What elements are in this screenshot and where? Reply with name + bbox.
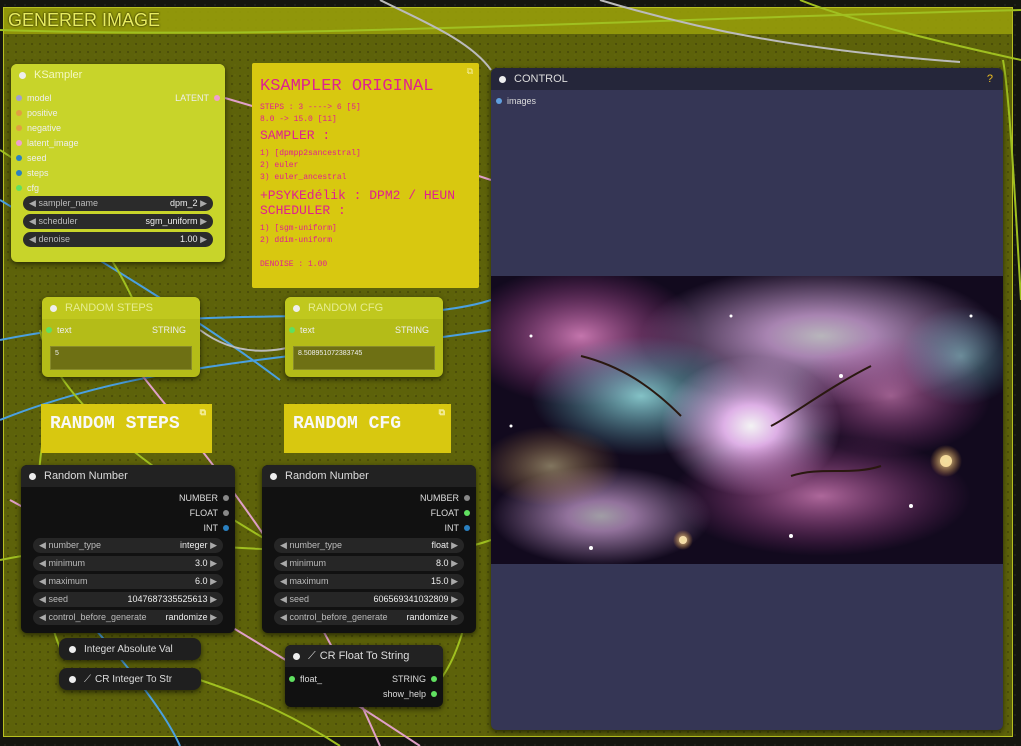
group-title[interactable]: GENERER IMAGE [4,8,1012,34]
output-int[interactable]: INT [204,523,229,533]
cr-float-to-string-header[interactable]: ⟋ CR Float To String [285,645,443,667]
widget-minimum[interactable]: ◀ minimum 3.0 ▶ [33,556,223,571]
note-scheduler-2: 2) ddim-uniform [260,236,333,245]
widget-seed[interactable]: ◀ seed 1047687335525613 ▶ [33,592,223,607]
widget-scheduler[interactable]: ◀ scheduler sgm_uniform ▶ [23,214,213,229]
output-show-help[interactable]: show_help [383,689,437,699]
note-scheduler-head: SCHEDULER : [260,203,346,218]
note-random-steps[interactable]: RANDOM STEPS ⧉ [41,404,212,453]
widget-control-before-generate[interactable]: ◀ control_before_generate randomize ▶ [274,610,464,625]
note-random-steps-text: RANDOM STEPS [50,414,180,434]
note-denoise: DENOISE : 1.00 [260,260,328,269]
steps-text-value[interactable]: 5 [50,346,192,370]
random-number-header[interactable]: Random Number [262,465,476,487]
output-string[interactable]: STRING [152,325,186,335]
output-number[interactable]: NUMBER [420,493,470,503]
integer-absolute-val-node[interactable]: Integer Absolute Val [59,638,201,660]
widget-number-type[interactable]: ◀ number_type float ▶ [274,538,464,553]
widget-maximum[interactable]: ◀ maximum 6.0 ▶ [33,574,223,589]
help-icon[interactable]: ? [987,73,993,85]
input-seed[interactable]: seed [16,153,47,163]
note-ksampler-original[interactable]: ⧉ KSAMPLER ORIGINAL STEPS : 3 ----> 6 [5… [252,63,479,288]
input-text[interactable]: text [289,325,315,335]
widget-minimum[interactable]: ◀ minimum 8.0 ▶ [274,556,464,571]
widget-maximum[interactable]: ◀ maximum 15.0 ▶ [274,574,464,589]
widget-control-before-generate[interactable]: ◀ control_before_generate randomize ▶ [33,610,223,625]
random-cfg-node[interactable]: RANDOM CFG text STRING 8.508951072383745 [285,297,443,377]
cr-float-to-string-title: CR Float To String [319,650,410,662]
widget-seed[interactable]: ◀ seed 606569341032809 ▶ [274,592,464,607]
random-number-title: Random Number [285,470,369,482]
note-sampler-head: SAMPLER : [260,128,331,143]
input-positive[interactable]: positive [16,108,58,118]
random-number-header[interactable]: Random Number [21,465,235,487]
output-float[interactable]: FLOAT [190,508,229,518]
note-random-cfg-text: RANDOM CFG [293,414,402,434]
ksampler-header[interactable]: KSampler [11,64,225,86]
note-edit-icon[interactable]: ⧉ [467,67,473,77]
input-cfg[interactable]: cfg [16,183,39,193]
control-preview-node[interactable]: CONTROL ? images [491,68,1003,730]
nebula-image [491,276,1003,564]
integer-absolute-val-title: Integer Absolute Val [84,643,173,655]
graph-canvas[interactable]: GENERER IMAGE KSampler model positive ne… [0,0,1021,746]
output-string[interactable]: STRING [392,674,437,684]
input-text[interactable]: text [46,325,72,335]
ksampler-title: KSampler [34,69,83,81]
note-edit-icon[interactable]: ⧉ [439,408,445,418]
control-header[interactable]: CONTROL ? [491,68,1003,90]
note-cfg: 8.0 -> 15.0 [11] [260,115,337,124]
note-title: KSAMPLER ORIGINAL [260,77,434,96]
collapse-dot-icon[interactable] [19,71,26,79]
cr-integer-to-str-node[interactable]: ⟋ CR Integer To Str [59,668,201,690]
input-images[interactable]: images [496,96,536,106]
random-number-title: Random Number [44,470,128,482]
random-steps-header[interactable]: RANDOM STEPS [42,297,200,319]
random-cfg-header[interactable]: RANDOM CFG [285,297,443,319]
note-steps: STEPS : 3 ----> 6 [5] [260,103,361,112]
note-scheduler-1: 1) [sgm-uniform] [260,224,337,233]
random-number-node-2[interactable]: Random Number NUMBER FLOAT INT ◀ number_… [262,465,476,633]
input-model[interactable]: model [16,93,52,103]
input-latent-image[interactable]: latent_image [16,138,79,148]
control-title: CONTROL [514,73,568,85]
note-edit-icon[interactable]: ⧉ [200,408,206,418]
input-steps[interactable]: steps [16,168,49,178]
widget-number-type[interactable]: ◀ number_type integer ▶ [33,538,223,553]
note-sampler-3: 3) euler_ancestral [260,173,347,182]
note-sampler-2: 2) euler [260,161,299,170]
random-number-node-1[interactable]: Random Number NUMBER FLOAT INT ◀ number_… [21,465,235,633]
output-float[interactable]: FLOAT [431,508,470,518]
random-steps-node[interactable]: RANDOM STEPS text STRING 5 [42,297,200,377]
cr-integer-to-str-title: CR Integer To Str [95,673,173,685]
generated-image-preview[interactable] [491,276,1003,564]
ksampler-node[interactable]: KSampler model positive negative latent_… [11,64,225,262]
cfg-text-value[interactable]: 8.508951072383745 [293,346,435,370]
output-string[interactable]: STRING [395,325,429,335]
input-negative[interactable]: negative [16,123,61,133]
wand-icon: ⟋ [84,673,91,685]
random-steps-title: RANDOM STEPS [65,302,154,314]
output-number[interactable]: NUMBER [179,493,229,503]
wand-icon: ⟋ [308,649,316,662]
widget-sampler-name[interactable]: ◀ sampler_name dpm_2 ▶ [23,196,213,211]
note-sampler-1: 1) [dpmpp2sancestral] [260,149,361,158]
widget-denoise[interactable]: ◀ denoise 1.00 ▶ [23,232,213,247]
cr-float-to-string-node[interactable]: ⟋ CR Float To String float_ STRING show_h… [285,645,443,707]
output-latent[interactable]: LATENT [175,93,220,103]
random-cfg-title: RANDOM CFG [308,302,384,314]
note-psyke: +PSYKEdélik : DPM2 / HEUN [260,188,456,203]
output-int[interactable]: INT [445,523,470,533]
input-float[interactable]: float_ [289,674,322,684]
note-random-cfg[interactable]: RANDOM CFG ⧉ [284,404,451,453]
